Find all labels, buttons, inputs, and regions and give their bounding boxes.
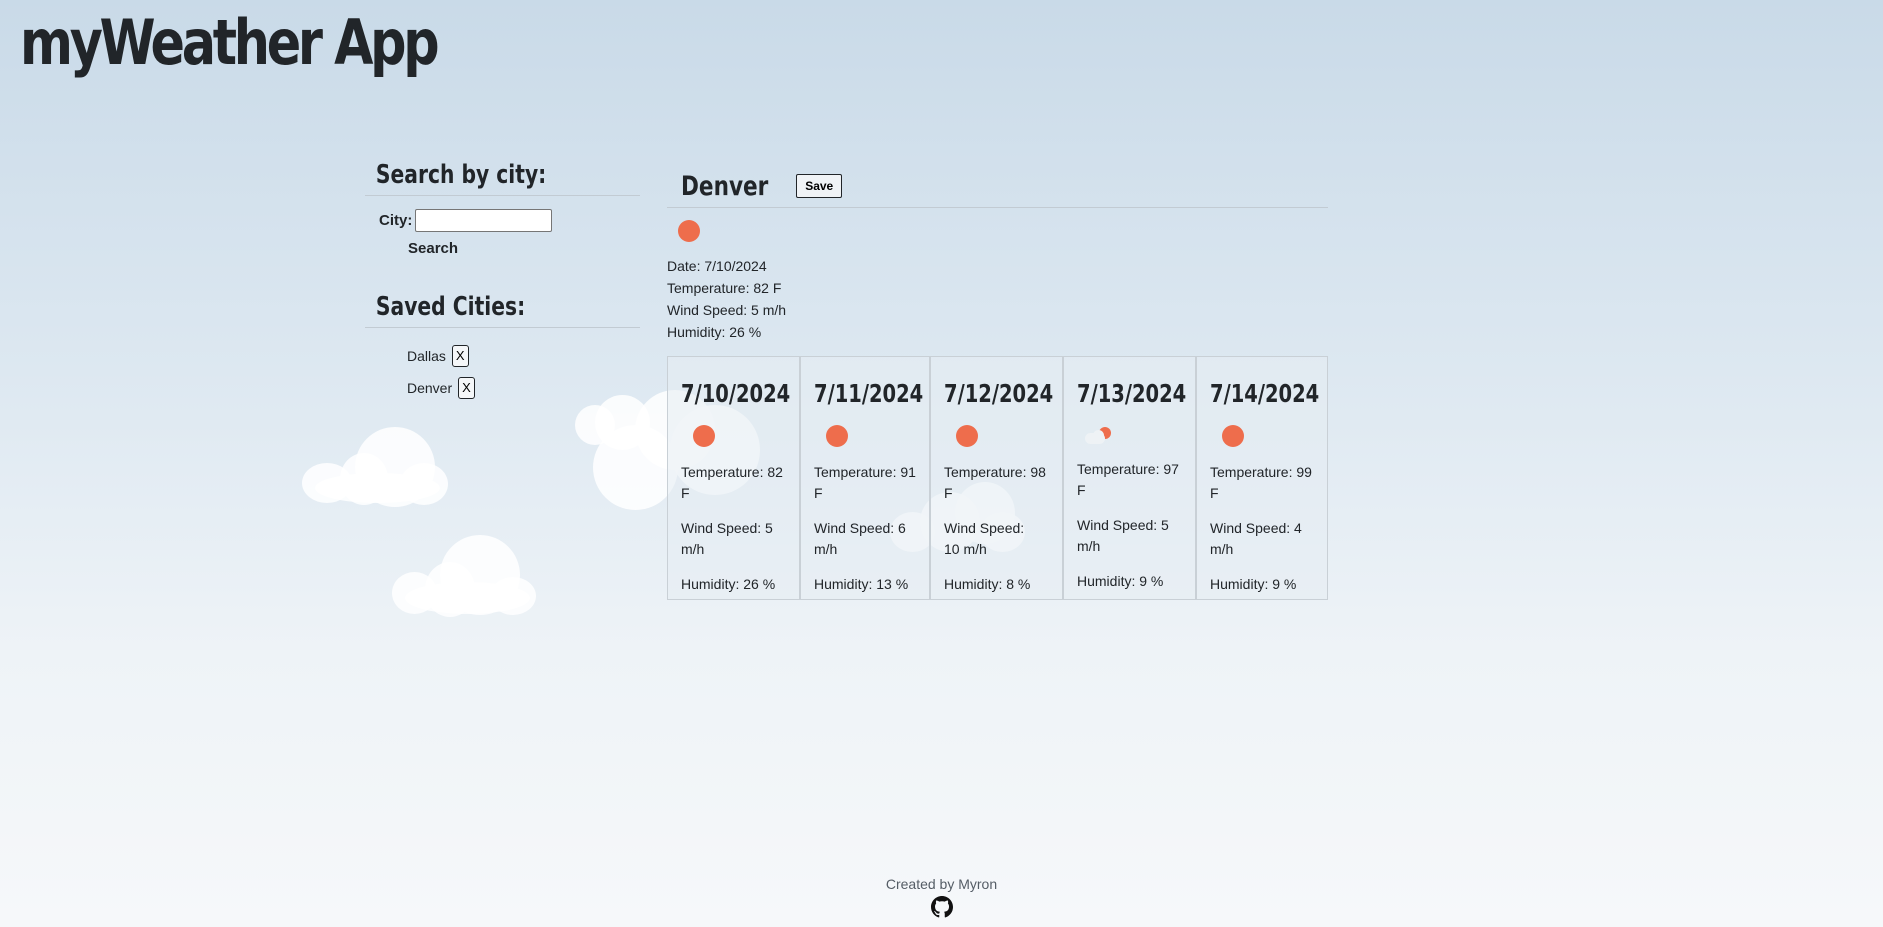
sun-icon	[678, 220, 700, 242]
saved-city-item: Dallas X	[407, 340, 640, 372]
partly-cloudy-icon	[1085, 425, 1115, 449]
sun-icon	[693, 425, 715, 447]
current-details: Date: 7/10/2024 Temperature: 82 F Wind S…	[667, 255, 1328, 343]
cloud-decoration	[300, 425, 450, 520]
saved-city-item: Denver X	[407, 372, 640, 404]
forecast-wind-speed: Wind Speed: 5 m/h	[1077, 517, 1169, 554]
search-heading: Search by city:	[375, 160, 547, 190]
forecast-date: 7/14/2024	[1210, 379, 1320, 408]
current-humidity: Humidity: 26 %	[667, 324, 762, 340]
current-wind-speed: Wind Speed: 5 m/h	[667, 302, 787, 318]
sun-icon	[1222, 425, 1244, 447]
sun-icon	[956, 425, 978, 447]
search-button[interactable]: Search	[408, 240, 458, 257]
saved-city-link[interactable]: Denver	[407, 380, 452, 396]
divider	[667, 207, 1328, 208]
city-search-input[interactable]	[415, 209, 553, 232]
forecast-row: 7/10/2024 Temperature: 82 F Wind Speed: …	[667, 356, 1328, 600]
saved-cities-heading: Saved Cities:	[375, 292, 526, 322]
sun-icon	[826, 425, 848, 447]
forecast-temperature: Temperature: 99 F	[1210, 464, 1312, 501]
current-header: Denver Save	[667, 166, 1328, 206]
forecast-wind-speed: Wind Speed: 5 m/h	[681, 520, 773, 557]
forecast-humidity: Humidity: 8 %	[944, 576, 1031, 592]
footer-credit: Created by Myron	[885, 876, 998, 892]
forecast-date: 7/10/2024	[681, 379, 791, 408]
forecast-wind-speed: Wind Speed: 6 m/h	[814, 520, 906, 557]
forecast-date: 7/11/2024	[814, 379, 924, 408]
forecast-temperature: Temperature: 91 F	[814, 464, 916, 501]
search-panel: Search by city: City: Search Saved Citie…	[365, 155, 640, 404]
forecast-card: 7/14/2024 Temperature: 99 F Wind Speed: …	[1196, 356, 1328, 600]
current-weather: Denver Save Date: 7/10/2024 Temperature:…	[667, 166, 1328, 343]
forecast-temperature: Temperature: 82 F	[681, 464, 783, 501]
forecast-card: 7/10/2024 Temperature: 82 F Wind Speed: …	[667, 356, 800, 600]
footer: Created by Myron	[0, 876, 1883, 918]
current-city-name: Denver	[681, 170, 769, 202]
divider	[365, 327, 640, 328]
forecast-wind-speed: Wind Speed: 4 m/h	[1210, 520, 1302, 557]
cloud-decoration	[390, 532, 540, 627]
forecast-card: 7/12/2024 Temperature: 98 F Wind Speed: …	[930, 356, 1063, 600]
forecast-humidity: Humidity: 9 %	[1210, 576, 1297, 592]
github-icon[interactable]	[930, 896, 953, 918]
forecast-humidity: Humidity: 9 %	[1077, 573, 1164, 589]
forecast-temperature: Temperature: 97 F	[1077, 461, 1179, 498]
forecast-card: 7/13/2024 Temperature: 97 F Wind Speed: …	[1063, 356, 1196, 600]
forecast-date: 7/13/2024	[1077, 379, 1187, 408]
city-search-row: City:	[379, 209, 640, 232]
divider	[365, 195, 640, 196]
forecast-humidity: Humidity: 26 %	[681, 576, 776, 592]
forecast-temperature: Temperature: 98 F	[944, 464, 1046, 501]
saved-cities-list: Dallas X Denver X	[365, 340, 640, 404]
saved-city-link[interactable]: Dallas	[407, 348, 446, 364]
forecast-wind-speed: Wind Speed: 10 m/h	[944, 520, 1025, 557]
app-title: myWeather App	[20, 6, 440, 79]
forecast-date: 7/12/2024	[944, 379, 1054, 408]
forecast-humidity: Humidity: 13 %	[814, 576, 909, 592]
remove-city-button[interactable]: X	[458, 377, 475, 399]
save-city-button[interactable]: Save	[796, 174, 843, 198]
city-label: City:	[379, 212, 413, 229]
current-temperature: Temperature: 82 F	[667, 280, 782, 296]
current-date: Date: 7/10/2024	[667, 258, 767, 274]
forecast-card: 7/11/2024 Temperature: 91 F Wind Speed: …	[800, 356, 930, 600]
remove-city-button[interactable]: X	[451, 345, 469, 367]
